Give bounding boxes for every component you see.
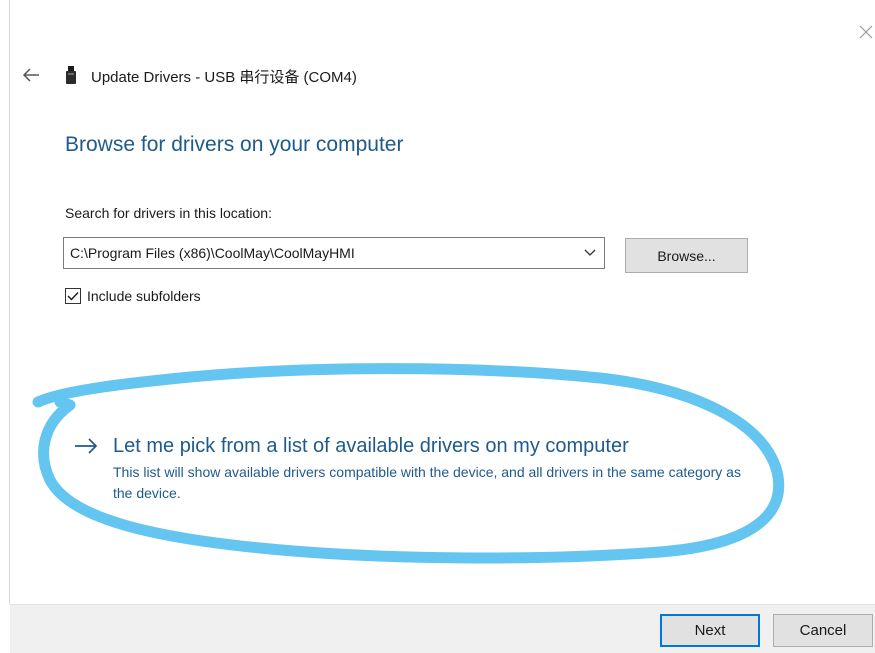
search-location-label: Search for drivers in this location: [65, 205, 272, 221]
browse-button[interactable]: Browse... [625, 238, 748, 273]
pick-from-list-description: This list will show available drivers co… [113, 464, 741, 501]
include-subfolders-checkbox[interactable] [65, 288, 81, 304]
close-icon [859, 25, 873, 39]
right-arrow-icon [73, 434, 103, 458]
window-title-row: Update Drivers - USB 串行设备 (COM4) [64, 64, 357, 88]
back-button[interactable] [18, 63, 44, 87]
next-button[interactable]: Next [660, 614, 760, 647]
include-subfolders-label: Include subfolders [87, 288, 201, 304]
back-arrow-icon [22, 68, 39, 82]
pick-from-list-option[interactable]: Let me pick from a list of available dri… [73, 432, 763, 504]
pick-from-list-link[interactable]: Let me pick from a list of available dri… [113, 435, 629, 458]
window-title: Update Drivers - USB 串行设备 (COM4) [91, 68, 357, 86]
path-dropdown-button[interactable] [576, 238, 604, 268]
update-drivers-window: Update Drivers - USB 串行设备 (COM4) Browse … [0, 0, 875, 653]
driver-path-value[interactable]: C:\Program Files (x86)\CoolMay\CoolMayHM… [64, 245, 576, 261]
include-subfolders-option[interactable]: Include subfolders [65, 285, 201, 307]
pick-from-list-title-row[interactable]: Let me pick from a list of available dri… [73, 432, 763, 460]
usb-device-icon [64, 65, 78, 87]
close-button[interactable] [852, 18, 875, 46]
page-heading: Browse for drivers on your computer [65, 133, 404, 156]
window-left-border [9, 0, 10, 604]
hand-drawn-highlight-ellipse [32, 363, 785, 564]
checkmark-icon [67, 292, 79, 301]
cancel-button[interactable]: Cancel [773, 614, 873, 647]
chevron-down-icon [584, 249, 596, 256]
driver-path-combobox[interactable]: C:\Program Files (x86)\CoolMay\CoolMayHM… [63, 237, 605, 269]
